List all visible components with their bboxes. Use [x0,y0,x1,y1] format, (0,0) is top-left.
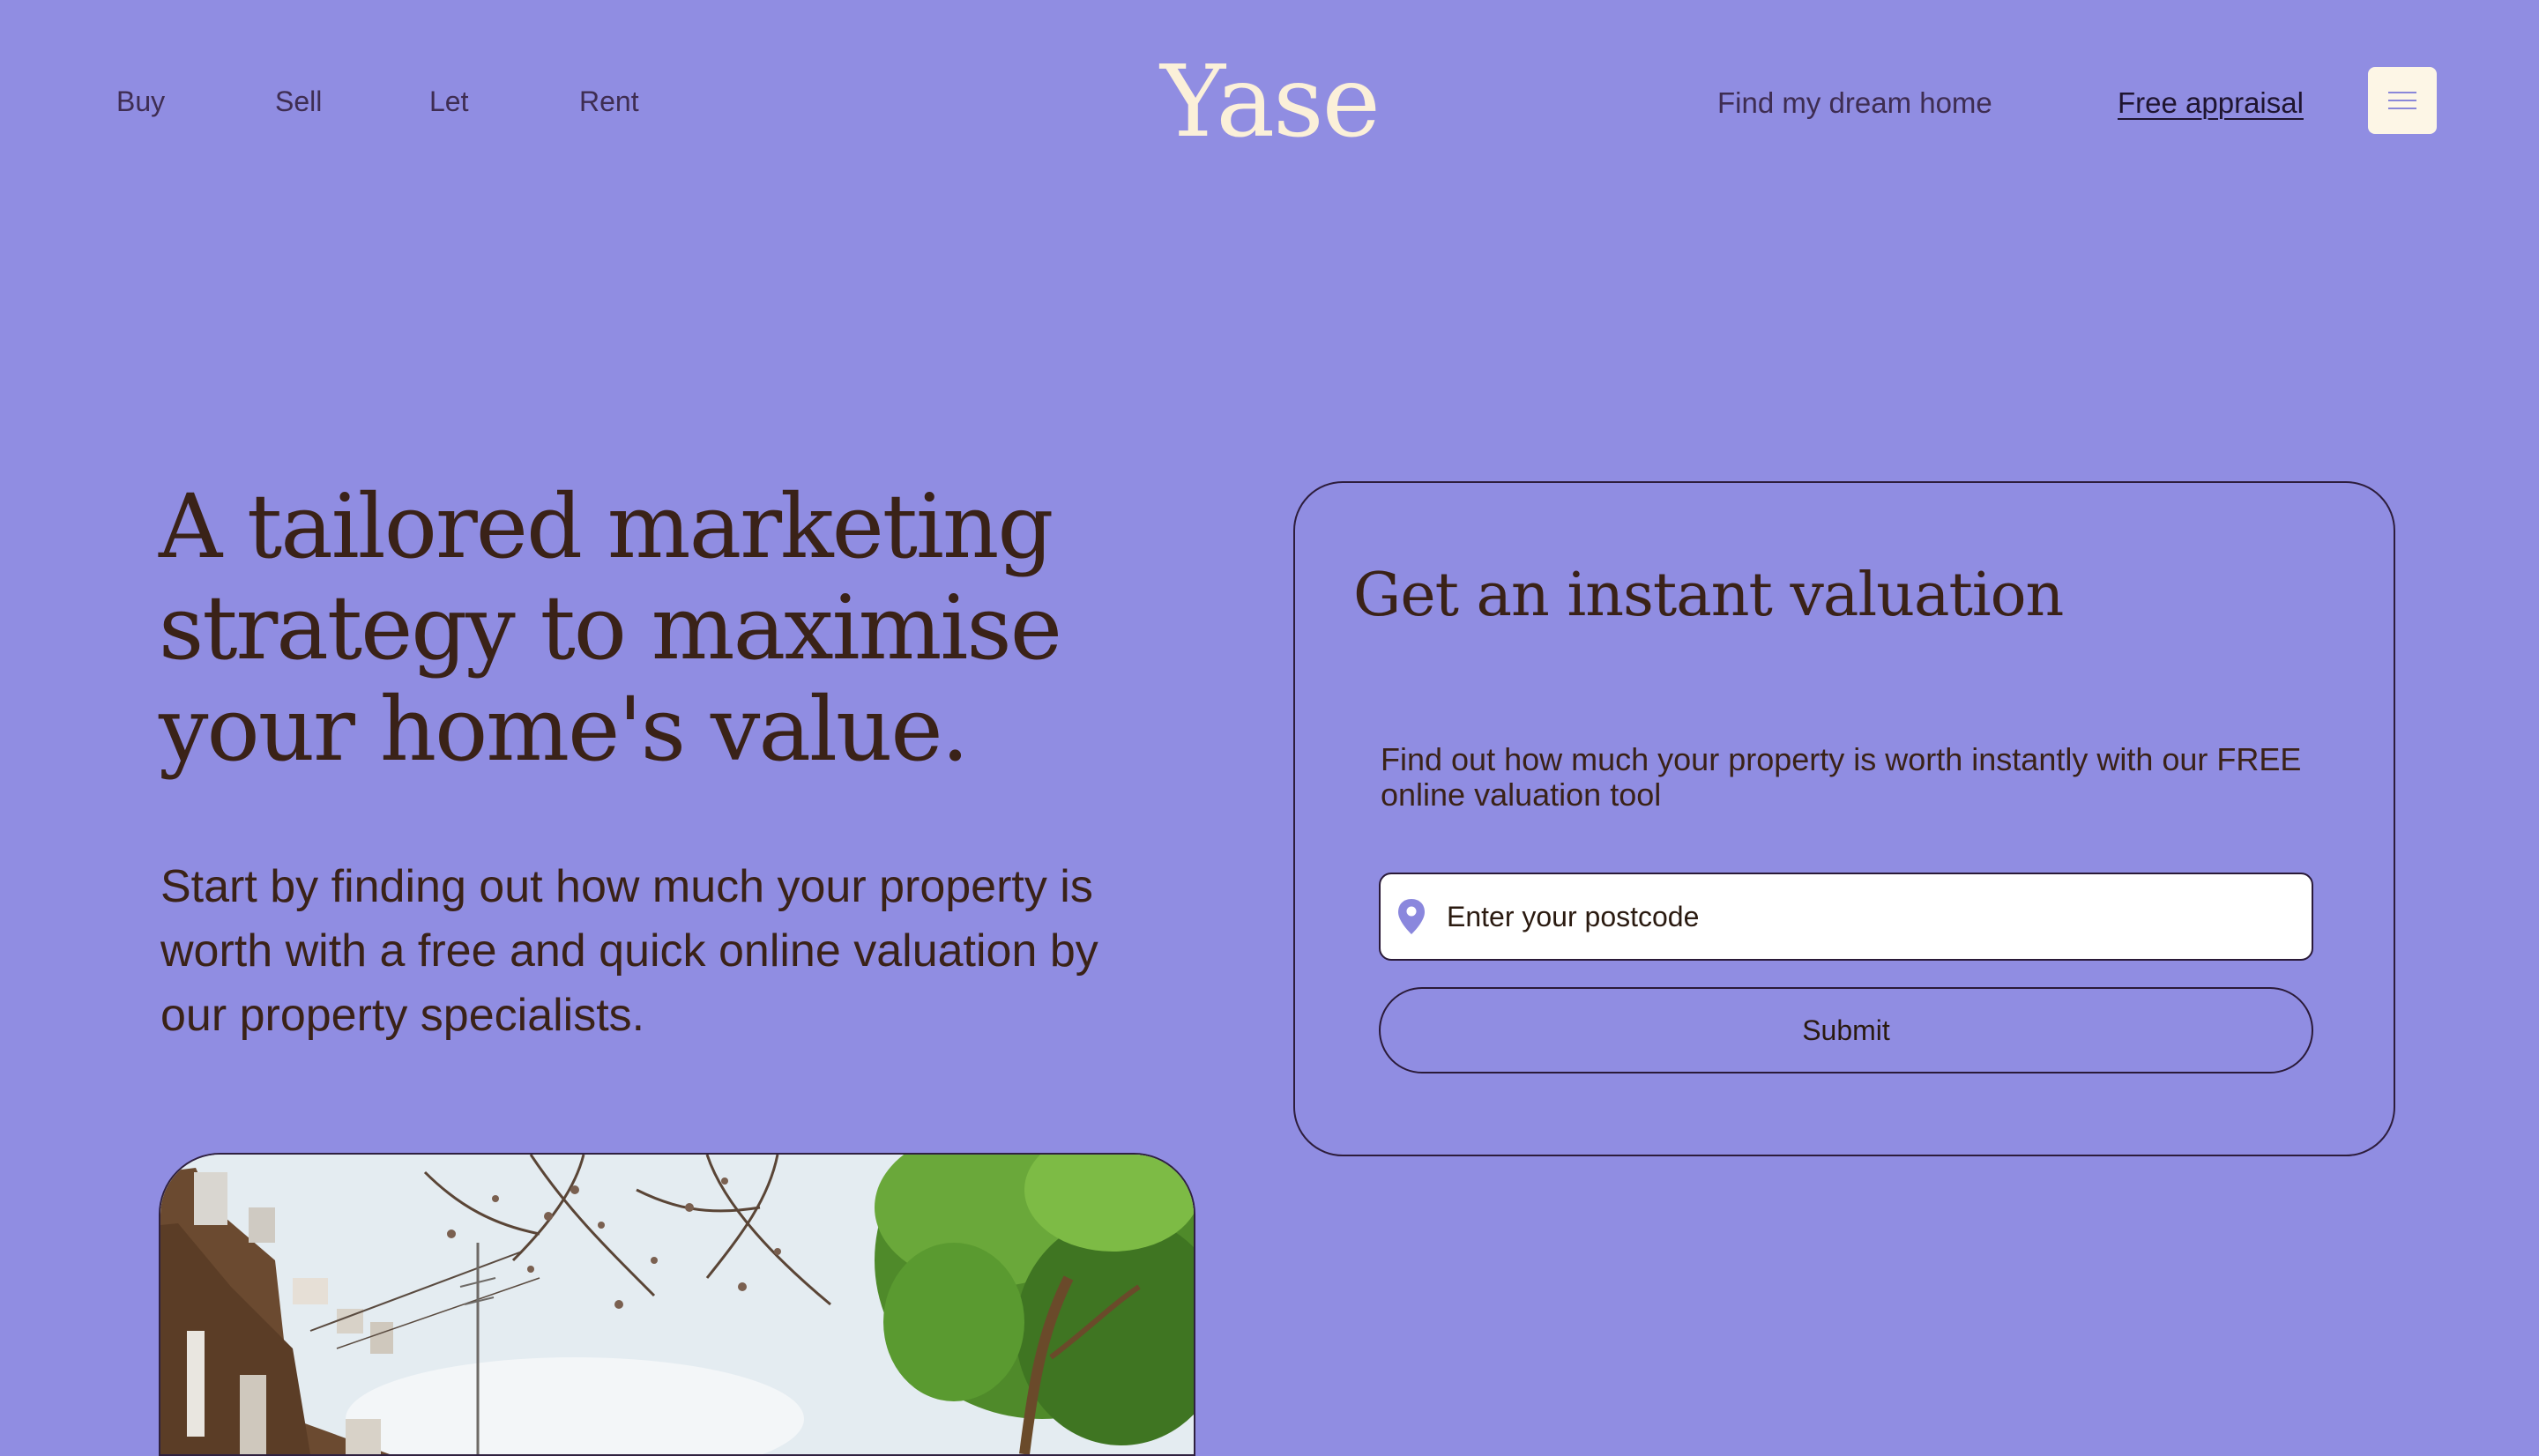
hero-street-photo [159,1153,1195,1456]
location-pin-icon [1398,899,1425,934]
nav-link-sell[interactable]: Sell [275,79,429,123]
postcode-field[interactable] [1379,873,2313,961]
nav-link-buy[interactable]: Buy [116,79,275,123]
postcode-input[interactable] [1445,889,2312,944]
site-logo[interactable]: Yase [1155,49,1384,155]
free-appraisal-link[interactable]: Free appraisal [2118,81,2304,125]
find-dream-home-link[interactable]: Find my dream home [1717,81,1992,125]
hamburger-menu-icon [2388,92,2416,93]
hero-subtitle: Start by finding out how much your prope… [160,861,1098,1041]
submit-button[interactable]: Submit [1379,987,2313,1073]
valuation-title: Get an instant valuation [1353,561,2064,630]
valuation-description: Find out how much your property is worth… [1381,741,2302,813]
main-nav: Buy Sell Let Rent [116,79,659,123]
nav-link-rent[interactable]: Rent [579,79,659,123]
hero-title: A tailored marketing strategy to maximis… [159,475,1062,781]
valuation-card: Get an instant valuation Find out how mu… [1293,481,2395,1156]
menu-button[interactable] [2368,67,2437,134]
hamburger-menu-icon [2388,100,2416,101]
hamburger-menu-icon [2388,108,2416,109]
nav-link-let[interactable]: Let [429,79,579,123]
